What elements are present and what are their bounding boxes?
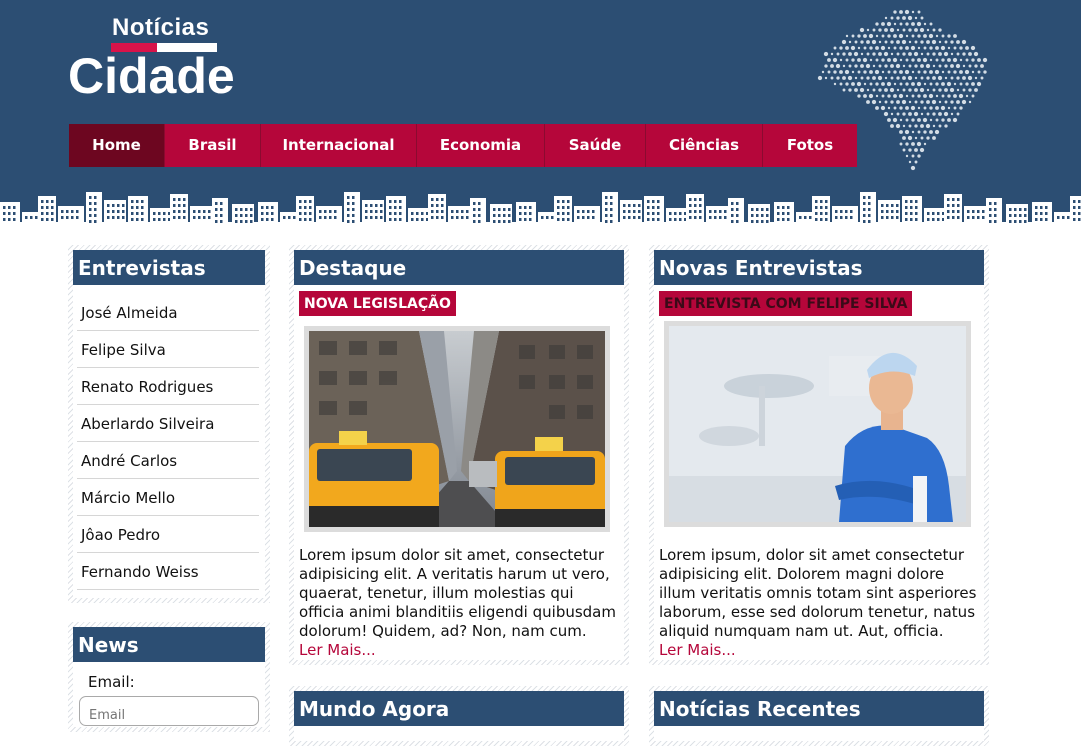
mundo-agora-box: Mundo Agora xyxy=(289,686,629,746)
noticias-recentes-box: Notícias Recentes xyxy=(649,686,989,746)
nav-home[interactable]: Home xyxy=(69,124,165,167)
novas-entrevistas-title: Novas Entrevistas xyxy=(654,250,984,285)
destaque-read-more-link[interactable]: Ler Mais... xyxy=(299,641,376,659)
logo-line2: Cidade xyxy=(68,48,235,104)
doctor-photo[interactable] xyxy=(664,321,971,527)
news-box: News Email: xyxy=(68,622,270,732)
mundo-agora-title: Mundo Agora xyxy=(294,691,624,726)
entrevistas-list: José Almeida Felipe Silva Renato Rodrigu… xyxy=(77,294,259,590)
email-label: Email: xyxy=(88,673,135,691)
news-title: News xyxy=(73,627,265,662)
site-logo[interactable]: Notícias Cidade xyxy=(68,14,253,104)
doctor-image xyxy=(669,326,966,522)
list-item[interactable]: Márcio Mello xyxy=(77,479,259,516)
novas-entrevistas-text: Lorem ipsum, dolor sit amet consectetur … xyxy=(659,546,977,640)
destaque-title: Destaque xyxy=(294,250,624,285)
list-item[interactable]: André Carlos xyxy=(77,442,259,479)
destaque-text: Lorem ipsum dolor sit amet, consectetur … xyxy=(299,546,616,640)
list-item[interactable]: Aberlardo Silveira xyxy=(77,405,259,442)
city-taxi-photo[interactable] xyxy=(304,326,610,532)
list-item[interactable]: Felipe Silva xyxy=(77,331,259,368)
novas-entrevistas-read-more-link[interactable]: Ler Mais... xyxy=(659,641,736,659)
logo-line1: Notícias xyxy=(112,14,210,41)
nav-saude[interactable]: Saúde xyxy=(545,124,646,167)
list-item[interactable]: José Almeida xyxy=(77,294,259,331)
entrevistas-title: Entrevistas xyxy=(73,250,265,285)
nav-internacional[interactable]: Internacional xyxy=(261,124,417,167)
destaque-box: Destaque NOVA LEGISLAÇÃO Lorem ipsum dol… xyxy=(289,245,629,665)
nav-fotos[interactable]: Fotos xyxy=(763,124,857,167)
noticias-recentes-title: Notícias Recentes xyxy=(654,691,984,726)
nav-economia[interactable]: Economia xyxy=(417,124,545,167)
list-item[interactable]: Renato Rodrigues xyxy=(77,368,259,405)
main-nav: Home Brasil Internacional Economia Saúde… xyxy=(69,124,857,167)
site-header: Notícias Cidade Home Brasil Internaciona… xyxy=(0,0,1081,228)
list-item[interactable]: Fernando Weiss xyxy=(77,553,259,590)
list-item[interactable]: Jôao Pedro xyxy=(77,516,259,553)
city-skyline-decoration xyxy=(0,192,1081,228)
city-taxi-image xyxy=(309,331,605,527)
destaque-tag[interactable]: NOVA LEGISLAÇÃO xyxy=(299,291,456,316)
novas-entrevistas-tag[interactable]: ENTREVISTA COM FELIPE SILVA xyxy=(659,291,913,316)
entrevistas-box: Entrevistas José Almeida Felipe Silva Re… xyxy=(68,245,270,603)
nav-ciencias[interactable]: Ciências xyxy=(646,124,763,167)
nav-brasil[interactable]: Brasil xyxy=(165,124,261,167)
novas-entrevistas-box: Novas Entrevistas ENTREVISTA COM FELIPE … xyxy=(649,245,989,665)
